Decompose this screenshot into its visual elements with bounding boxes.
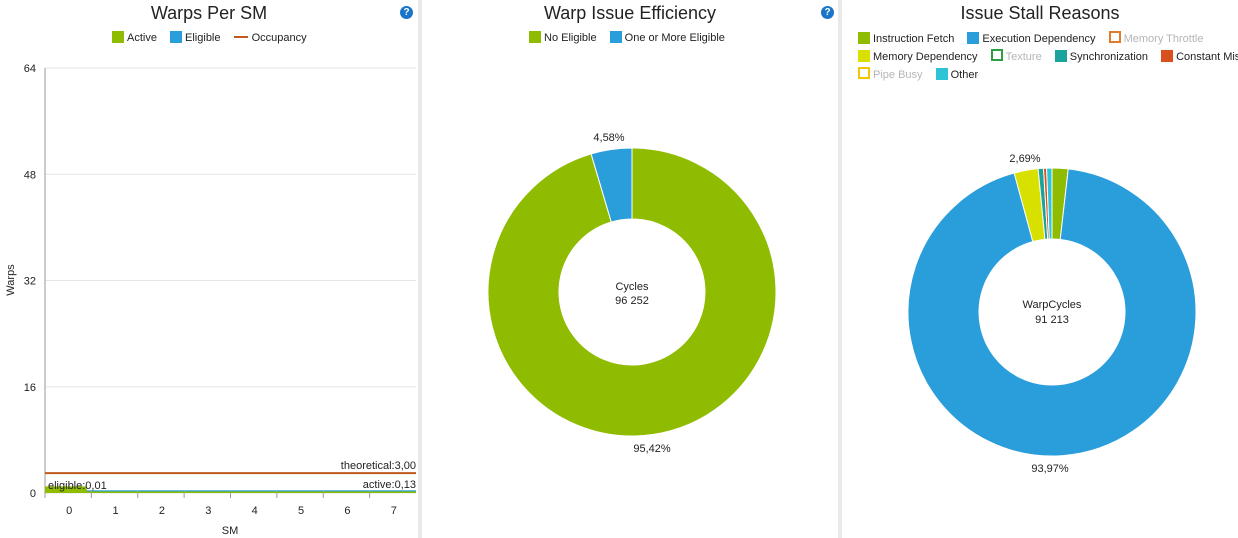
warps-chart: 0 16 32 48 64 0 1 2 3 4 5 6 7 Warps SM theoretical:3… — [5, 63, 416, 537]
center-value: 96 252 — [615, 295, 649, 307]
warp-issue-efficiency-panel: Warp Issue Efficiency ? No Eligible One … — [422, 0, 838, 538]
x-tick-label: 1 — [113, 505, 119, 517]
issue-stall-reasons-panel: Issue Stall Reasons Instruction Fetch Ex… — [842, 0, 1238, 538]
eligible-bar — [137, 490, 185, 492]
x-tick-label: 7 — [391, 505, 397, 517]
x-tick-label: 3 — [205, 505, 211, 517]
active-bar — [323, 491, 370, 493]
y-tick-label: 16 — [24, 382, 36, 394]
active-bar — [137, 491, 185, 493]
x-tick-label: 6 — [344, 505, 350, 517]
x-axis-title: SM — [222, 525, 239, 537]
y-tick-label: 48 — [24, 169, 36, 181]
center-label: Cycles — [615, 281, 649, 293]
eligible-annotation: eligible:0,01 — [48, 480, 107, 492]
center-label: WarpCycles — [1023, 299, 1082, 311]
x-tick-label: 2 — [159, 505, 165, 517]
x-tick-label: 4 — [252, 505, 258, 517]
y-tick-label: 64 — [24, 63, 36, 75]
slice-label-no-eligible: 95,42% — [633, 443, 671, 455]
slice-label-execution-dependency: 93,97% — [1031, 463, 1069, 475]
active-bar — [369, 491, 416, 493]
active-bar — [230, 491, 277, 493]
eligible-bar — [230, 490, 277, 492]
x-tick-label: 0 — [66, 505, 72, 517]
efficiency-donut: Cycles 96 252 4,58% 95,42% — [487, 132, 777, 455]
stall-donut: WarpCycles 91 213 2,69% 93,97% — [907, 153, 1197, 475]
eligible-bar — [276, 490, 324, 492]
slice-label-one-or-more: 4,58% — [593, 132, 624, 144]
x-tick-label: 5 — [298, 505, 304, 517]
y-tick-label: 32 — [24, 276, 36, 288]
active-annotation: active:0,13 — [363, 479, 416, 491]
active-bar — [276, 491, 324, 493]
y-tick-label: 0 — [30, 488, 36, 500]
y-axis-title: Warps — [5, 264, 17, 296]
center-value: 91 213 — [1035, 314, 1069, 326]
eligible-bar — [184, 490, 231, 492]
theoretical-annotation: theoretical:3,00 — [341, 460, 416, 472]
slice-label-memory-dependency: 2,69% — [1009, 153, 1040, 165]
active-bar — [184, 491, 231, 493]
warps-per-sm-panel: Warps Per SM ? Active Eligible Occupancy… — [0, 0, 418, 538]
